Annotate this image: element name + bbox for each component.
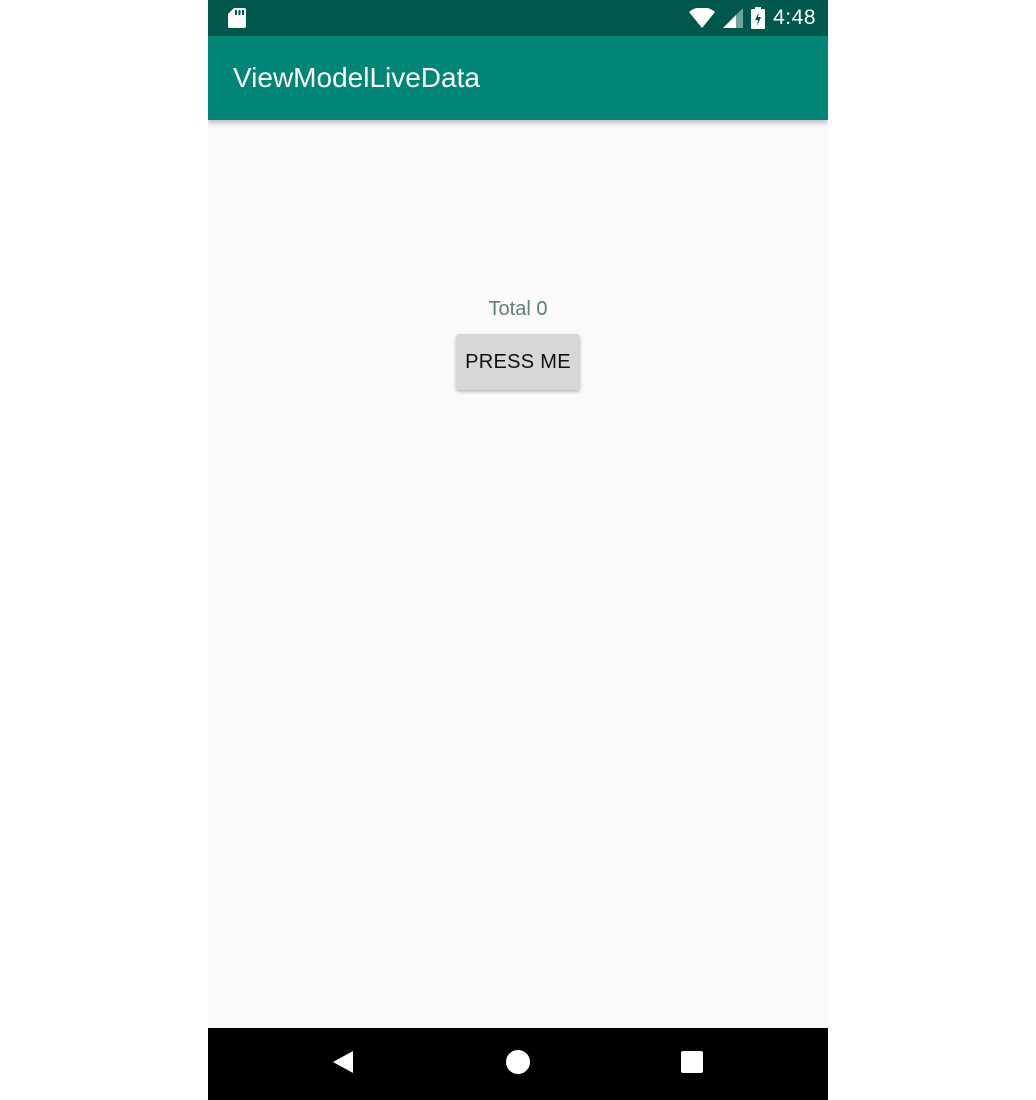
recents-button[interactable] xyxy=(676,1048,708,1080)
home-icon xyxy=(505,1049,531,1080)
navigation-bar xyxy=(208,1028,828,1100)
app-bar: ViewModelLiveData xyxy=(208,36,828,120)
home-button[interactable] xyxy=(502,1048,534,1080)
status-time: 4:48 xyxy=(773,6,816,29)
status-bar: 4:48 xyxy=(208,0,828,36)
battery-charging-icon xyxy=(751,7,766,29)
back-button[interactable] xyxy=(328,1048,360,1080)
device-screen: 4:48 ViewModelLiveData Total 0 PRESS ME xyxy=(208,0,828,1100)
main-content: Total 0 PRESS ME xyxy=(208,120,828,1028)
wifi-icon xyxy=(689,8,716,28)
total-label: Total 0 xyxy=(488,298,548,320)
app-title: ViewModelLiveData xyxy=(233,62,480,93)
press-me-button[interactable]: PRESS ME xyxy=(456,334,580,390)
recents-icon xyxy=(680,1050,704,1079)
cell-signal-icon xyxy=(723,8,744,28)
back-icon xyxy=(331,1049,357,1080)
status-icons: 4:48 xyxy=(689,0,816,36)
sd-card-icon xyxy=(228,8,246,28)
